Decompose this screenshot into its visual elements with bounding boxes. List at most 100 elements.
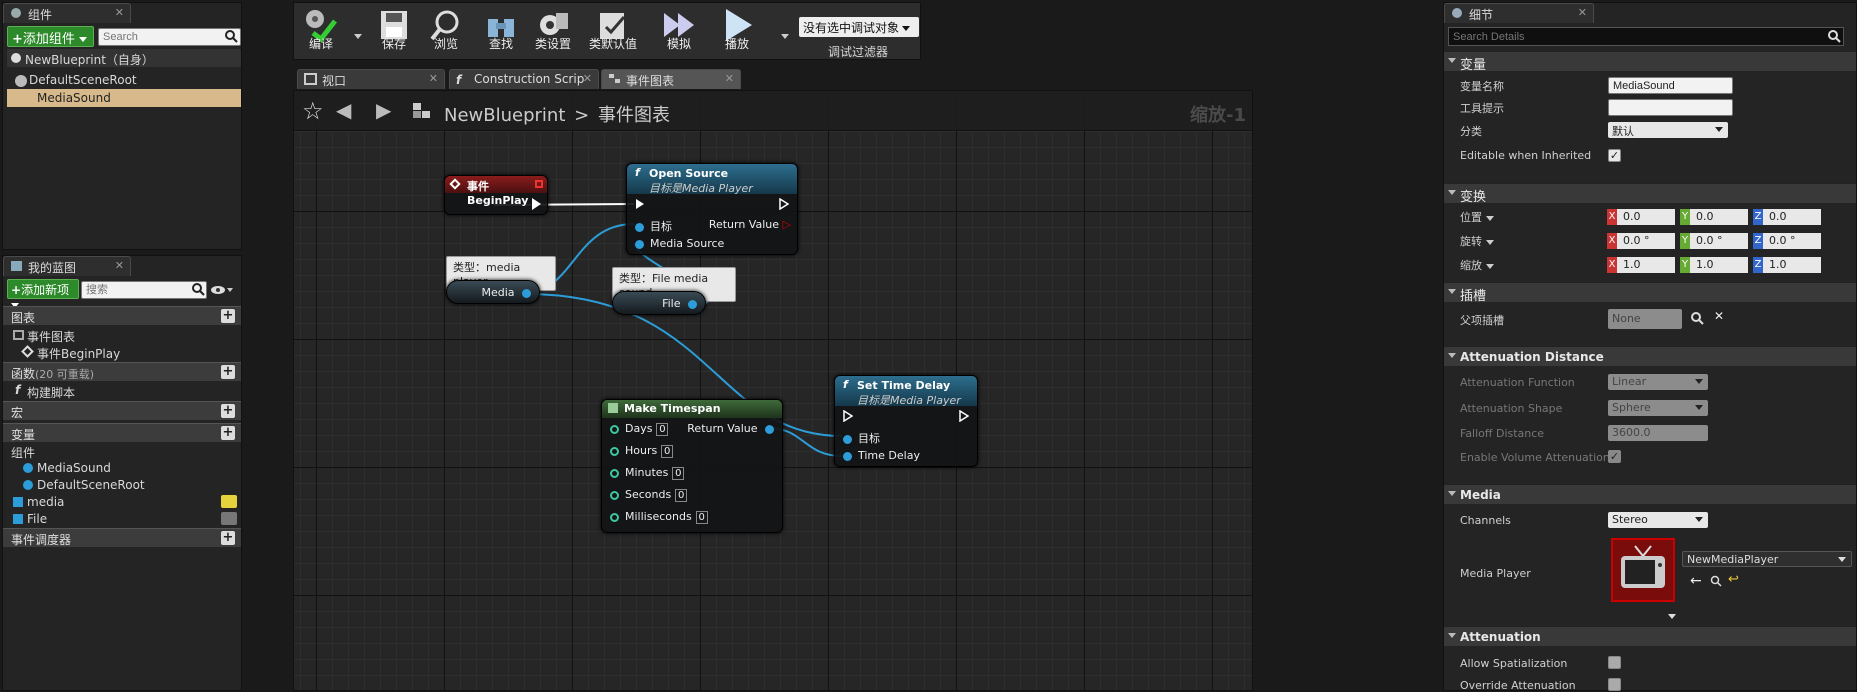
simulate-button[interactable]: 模拟 [654,5,704,53]
delegate-pin[interactable] [535,180,543,188]
hours-pin[interactable]: Hours 0 [610,444,674,458]
var-file-item[interactable]: File [3,510,241,529]
component-self-item[interactable]: NewBlueprint（自身） [7,49,241,67]
begin-play-node[interactable]: 事件BeginPlay [444,175,548,215]
days-pin[interactable]: Days 0 [610,422,669,436]
location-y[interactable]: Y 0.0 [1680,209,1748,225]
reset-arrow-icon[interactable]: ↩ [1728,572,1739,587]
close-icon[interactable]: ✕ [1578,6,1587,19]
close-icon[interactable]: ✕ [429,72,438,85]
close-icon[interactable]: ✕ [583,72,592,85]
details-tab[interactable]: 细节 ✕ [1444,3,1594,23]
exec-out-pin[interactable] [959,409,970,423]
tab-construction-script[interactable]: f Construction Scrip ✕ [449,69,599,89]
event-dispatchers-section[interactable]: 事件调度器 + [3,528,241,547]
rotation-label[interactable]: 旋转 [1460,233,1494,249]
add-new-button[interactable]: +添加新项 [7,279,79,308]
parent-socket-field[interactable]: None [1608,309,1682,329]
scale-label[interactable]: 缩放 [1460,257,1494,273]
compile-options-dropdown[interactable] [354,29,362,43]
minutes-pin[interactable]: Minutes 0 [610,466,685,480]
rotation-x[interactable]: X 0.0 ° [1607,233,1675,249]
milliseconds-pin[interactable]: Milliseconds 0 [610,510,708,524]
add-graph-button[interactable]: + [221,309,235,323]
timespan-return-pin[interactable]: Return Value [687,422,774,435]
allow-spatialization-checkbox[interactable] [1608,656,1621,669]
exec-out-pin[interactable] [779,197,790,211]
compile-button[interactable]: 编译 [296,5,346,53]
add-macro-button[interactable]: + [221,404,235,418]
enable-volume-checkbox[interactable]: ✓ [1608,450,1621,463]
set-time-delay-node[interactable]: f Set Time Delay 目标是Media Player 目标 Time… [834,375,978,467]
begin-play-item[interactable]: 事件BeginPlay [3,343,241,362]
add-dispatcher-button[interactable]: + [221,531,235,545]
media-section[interactable]: Media [1444,484,1856,504]
rotation-z[interactable]: Z 0.0 ° [1753,233,1821,249]
visibility-eye-icon[interactable] [221,512,237,525]
functions-section[interactable]: 函数(20 可重载) + [3,362,241,381]
play-options-dropdown[interactable] [781,29,789,43]
attenuation-section[interactable]: Attenuation [1444,626,1856,646]
class-defaults-button[interactable]: 类默认值 [584,5,642,53]
visibility-eye-icon[interactable] [221,495,237,508]
location-z[interactable]: Z 0.0 [1753,209,1821,225]
clear-icon[interactable]: ✕ [1714,309,1724,323]
my-blueprint-search-input[interactable] [81,281,207,299]
target-pin[interactable]: 目标 [635,218,672,234]
expand-chevron-icon[interactable] [1668,609,1676,623]
details-search-input[interactable] [1448,27,1844,46]
socket-section[interactable]: 插槽 [1444,282,1856,304]
category-select[interactable]: 默认 [1608,122,1728,138]
event-graph-canvas[interactable]: ☆ ◀ ▶ NewBlueprint > 事件图表 缩放-1 事件BeginPl… [293,90,1253,691]
tooltip-field[interactable] [1608,99,1733,116]
attenuation-distance-section[interactable]: Attenuation Distance [1444,346,1856,366]
graphs-section[interactable]: 图表 + [3,306,241,325]
attenuation-function-select[interactable]: Linear [1608,374,1708,390]
location-x[interactable]: X 0.0 [1607,209,1675,225]
return-value-pin[interactable]: Return Value ▷ [709,218,791,231]
my-blueprint-tab[interactable]: 我的蓝图 ✕ [3,256,131,276]
add-variable-button[interactable]: + [221,426,235,440]
use-selected-arrow-icon[interactable]: ← [1690,573,1702,589]
construction-script-item[interactable]: f 构建脚本 [3,382,241,401]
save-button[interactable]: 保存 [369,5,419,53]
add-component-button[interactable]: +添加组件 [7,26,94,47]
rotation-y[interactable]: Y 0.0 ° [1680,233,1748,249]
open-source-node[interactable]: f Open Source 目标是Media Player 目标 Media S… [626,163,798,255]
media-source-pin[interactable]: Media Source [635,237,724,250]
play-button[interactable]: 播放 [712,5,762,53]
exec-in-pin[interactable] [635,198,645,210]
media-player-select[interactable]: NewMediaPlayer [1682,551,1852,567]
scale-z[interactable]: Z 1.0 [1753,257,1821,273]
components-search-input[interactable] [98,28,241,46]
component-root-item[interactable]: DefaultSceneRoot [7,71,137,89]
make-timespan-node[interactable]: Make Timespan Days 0 Hours 0 Minutes 0 Seco… [601,399,783,533]
variable-section[interactable]: 变量 [1444,51,1856,73]
search-icon[interactable] [1690,311,1704,328]
components-tab[interactable]: 组件 ✕ [3,3,131,23]
tab-event-graph[interactable]: 事件图表 ✕ [601,69,741,89]
browse-search-icon[interactable] [1710,575,1722,590]
file-variable-node[interactable]: File [612,291,706,315]
scale-x[interactable]: X 1.0 [1607,257,1675,273]
add-function-button[interactable]: + [221,365,235,379]
target-pin[interactable]: 目标 [843,430,880,446]
file-out-pin[interactable]: File [662,297,697,310]
falloff-distance-field[interactable]: 3600.0 [1608,425,1708,441]
attenuation-shape-select[interactable]: Sphere [1608,400,1708,416]
browse-button[interactable]: 浏览 [421,5,471,53]
debug-filter-select[interactable]: 没有选中调试对象 [799,17,919,37]
eye-icon[interactable] [210,283,234,300]
channels-select[interactable]: Stereo [1608,512,1708,528]
time-delay-pin[interactable]: Time Delay [843,449,920,462]
variables-section[interactable]: 变量 + [3,423,241,442]
close-icon[interactable]: ✕ [725,72,734,85]
media-variable-node[interactable]: Media [446,280,540,304]
exec-in-pin[interactable] [843,409,854,423]
close-icon[interactable]: ✕ [115,6,124,19]
scale-y[interactable]: Y 1.0 [1680,257,1748,273]
find-button[interactable]: 查找 [476,5,526,53]
override-attenuation-checkbox[interactable] [1608,678,1621,691]
component-media-sound-item[interactable]: MediaSound [7,89,241,107]
exec-out-pin[interactable] [532,198,541,210]
